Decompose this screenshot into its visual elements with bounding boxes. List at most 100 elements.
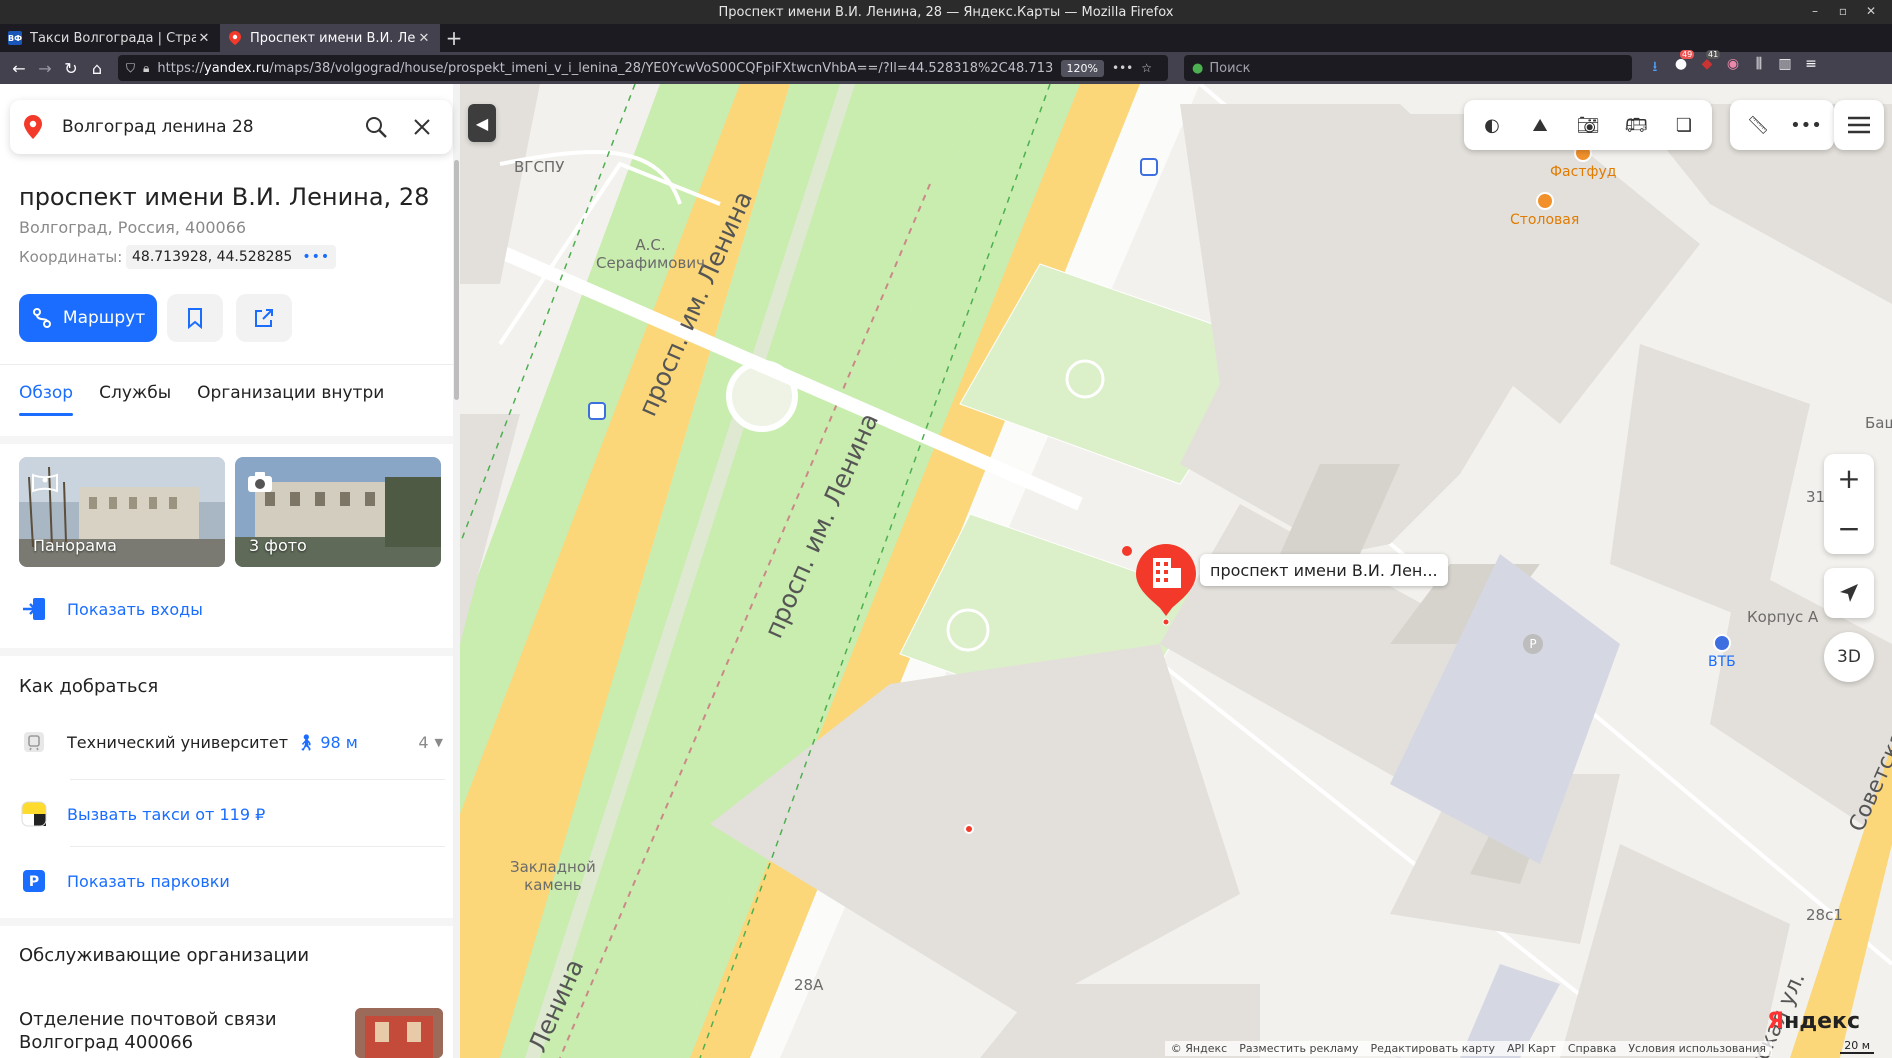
copyright-link[interactable]: © Яндекс <box>1171 1042 1227 1055</box>
entrance-dot-icon[interactable] <box>964 824 974 834</box>
minimize-icon[interactable]: – <box>1808 4 1822 18</box>
extension-icon[interactable]: ● 49 <box>1672 50 1695 80</box>
sidebar-toggle-icon[interactable]: ⫼ <box>1750 56 1768 80</box>
back-icon[interactable]: ← <box>6 55 32 81</box>
entrance-dot-icon[interactable] <box>1122 546 1132 556</box>
share-icon <box>255 309 273 327</box>
bank-icon <box>1712 634 1731 652</box>
zoom-in-icon[interactable]: + <box>1837 454 1860 504</box>
show-parking-link[interactable]: P Показать парковки <box>19 866 230 896</box>
divider <box>70 846 445 847</box>
call-taxi-link[interactable]: Вызвать такси от 119 ₽ <box>19 799 265 829</box>
photos-thumbnail[interactable]: 3 фото <box>235 457 441 567</box>
chevron-down-icon[interactable]: ▼ <box>435 736 443 749</box>
search-engine-icon: ● <box>1192 60 1204 76</box>
lock-icon[interactable]: 🔒︎ <box>143 61 149 76</box>
bookmark-star-icon[interactable]: ☆ <box>1141 61 1152 75</box>
canteen-label: Столовая <box>1510 212 1580 228</box>
share-button[interactable] <box>236 294 292 342</box>
parking-marker-icon[interactable]: P <box>1523 634 1543 654</box>
panorama-caption: Панорама <box>33 536 117 555</box>
route-button-label: Маршрут <box>62 308 146 328</box>
tab-label: Проспект имени В.И. Лен <box>250 30 416 46</box>
close-tab-icon[interactable]: ✕ <box>196 31 212 46</box>
help-link[interactable]: Справка <box>1568 1042 1616 1055</box>
transport-layer-icon[interactable]: 🚌︎ <box>1616 105 1656 145</box>
show-parking-label: Показать парковки <box>67 871 230 891</box>
api-link[interactable]: API Карт <box>1507 1042 1556 1055</box>
tab-organizations-inside[interactable]: Организации внутри <box>197 383 384 403</box>
search-input[interactable]: Волгоград ленина 28 <box>62 117 346 137</box>
transit-stop-row[interactable]: Технический университет 🚶︎ 98 м 4 ▼ <box>19 731 443 753</box>
browser-search-field[interactable]: ● Поиск <box>1184 55 1632 81</box>
map-canvas[interactable]: просп. им. Ленина просп. им. Ленина Лени… <box>460 84 1892 1058</box>
page-actions-icon[interactable]: ••• <box>1112 61 1133 75</box>
app-menu-icon[interactable]: ≡ <box>1802 56 1820 80</box>
navigation-toolbar: ← → ↻ ⌂ ⛉ 🔒︎ https://yandex.ru/maps/38/v… <box>0 50 1892 84</box>
poi-canteen[interactable]: Столовая <box>1510 192 1579 228</box>
close-window-icon[interactable]: ✕ <box>1864 4 1878 18</box>
shield-icon[interactable]: ⛉ <box>126 61 135 76</box>
reload-icon[interactable]: ↻ <box>58 55 84 81</box>
label-vgspu[interactable]: ВГСПУ <box>514 158 564 176</box>
main-menu-button[interactable] <box>1834 100 1884 150</box>
tram-stop-marker-icon[interactable] <box>1140 158 1158 176</box>
panorama-thumbnail[interactable]: Панорама <box>19 457 225 567</box>
show-entrances-link[interactable]: Показать входы <box>19 594 203 624</box>
zoom-out-icon[interactable]: − <box>1837 504 1860 554</box>
map-layer-satellite-icon[interactable]: ⛰︎ <box>1520 105 1560 145</box>
section-separator <box>0 918 453 926</box>
transit-count: 4 <box>418 732 429 752</box>
map-search-box[interactable]: Волгоград ленина 28 <box>10 100 452 154</box>
photos-caption: 3 фото <box>249 536 307 555</box>
coordinates-more-icon[interactable]: ••• <box>302 249 330 265</box>
url-text[interactable]: https://yandex.ru/maps/38/volgograd/hous… <box>157 61 1052 76</box>
route-icon <box>32 308 51 328</box>
browser-tab-yandex-maps[interactable]: Проспект имени В.И. Лен ✕ <box>220 24 440 52</box>
close-tab-icon[interactable]: ✕ <box>416 31 432 46</box>
place-pin-marker[interactable] <box>1136 544 1196 630</box>
place-pin-label[interactable]: проспект имени В.И. Лен... <box>1200 554 1448 586</box>
yandex-maps-favicon-icon <box>228 31 242 45</box>
maximize-icon[interactable]: ▫ <box>1836 4 1850 18</box>
tram-stop-marker-icon[interactable] <box>588 402 606 420</box>
browser-tab-taxi[interactable]: ВФ Такси Волгограда | Страни ✕ <box>0 24 220 52</box>
home-icon[interactable]: ⌂ <box>84 55 110 81</box>
clear-search-icon[interactable] <box>406 111 438 143</box>
url-bar[interactable]: ⛉ 🔒︎ https://yandex.ru/maps/38/volgograd… <box>118 55 1168 81</box>
new-tab-button[interactable]: + <box>440 24 468 52</box>
collapse-sidebar-button[interactable]: ◀ <box>468 104 496 142</box>
bookmark-button[interactable] <box>167 294 223 342</box>
reader-icon[interactable]: ▥ <box>1776 56 1794 80</box>
post-office-photo[interactable] <box>355 1008 443 1058</box>
downloads-icon[interactable]: ⭳ <box>1646 56 1664 80</box>
3d-toggle-button[interactable]: 3D <box>1824 632 1874 682</box>
more-tools-icon[interactable]: ••• <box>1786 105 1826 145</box>
edit-map-link[interactable]: Редактировать карту <box>1370 1042 1495 1055</box>
zoom-level-badge[interactable]: 120% <box>1060 59 1104 77</box>
poi-vtb[interactable]: ВТБ <box>1708 634 1736 670</box>
label-korpus-a[interactable]: Корпус А <box>1747 608 1818 626</box>
post-office-title[interactable]: Отделение почтовой связи Волгоград 40006… <box>19 1008 277 1054</box>
advertise-link[interactable]: Разместить рекламу <box>1239 1042 1358 1055</box>
ublock-icon[interactable]: ◆ 41 <box>1698 50 1721 80</box>
color-extension-icon[interactable]: ◉ <box>1724 56 1742 80</box>
map-layer-scheme-icon[interactable]: ◐ <box>1472 105 1512 145</box>
traffic-layer-icon[interactable]: ❏ <box>1664 105 1704 145</box>
route-button[interactable]: Маршрут <box>19 294 157 342</box>
forward-icon[interactable]: → <box>32 55 58 81</box>
tab-services[interactable]: Службы <box>99 383 171 403</box>
search-icon[interactable] <box>360 111 392 143</box>
ruler-icon[interactable]: 📏︎ <box>1738 105 1778 145</box>
coordinates-value[interactable]: 48.713928, 44.528285 ••• <box>126 245 337 269</box>
coordinates-text[interactable]: 48.713928, 44.528285 <box>132 249 292 265</box>
label-monument-serafimovich[interactable]: А.С. Серафимович <box>596 236 705 272</box>
tab-overview[interactable]: Обзор <box>19 383 74 416</box>
my-location-button[interactable] <box>1824 568 1874 618</box>
panorama-layer-icon[interactable]: 📷︎ <box>1568 105 1608 145</box>
label-foundation-stone[interactable]: Закладной камень <box>510 858 596 894</box>
sidebar-scroll-thumb[interactable] <box>454 160 459 400</box>
tab-label: Такси Волгограда | Страни <box>30 30 196 46</box>
terms-link[interactable]: Условия использования <box>1628 1042 1766 1055</box>
tram-stop-icon <box>19 731 49 753</box>
